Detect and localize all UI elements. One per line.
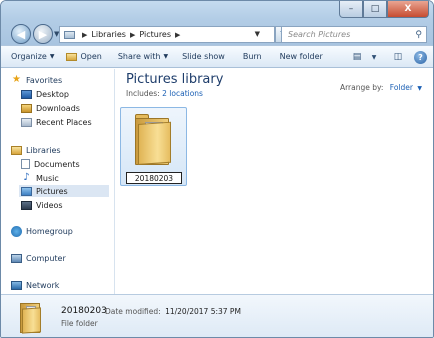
close-button[interactable]: X [387,1,429,18]
search-placeholder: Search Pictures [288,30,351,39]
breadcrumb-libraries[interactable]: Libraries [91,30,126,39]
network-icon [11,280,22,290]
navigation-pane: ★ Favorites Desktop Downloads Recent Pla… [1,69,115,294]
date-modified-label: Date modified: [105,307,161,316]
sidebar-item-label: Favorites [26,75,63,85]
arrange-by: Arrange by: Folder ▼ [340,83,422,92]
sidebar-item-network[interactable]: Network [11,279,59,291]
sidebar-item-homegroup[interactable]: Homegroup [11,225,73,237]
organize-label: Organize [11,52,47,61]
help-button[interactable]: ? [414,50,427,64]
minimize-button[interactable]: – [339,1,363,18]
sidebar-item-label: Pictures [36,186,68,196]
address-dropdown-icon[interactable]: ▼ [255,30,260,38]
slide-show-button[interactable]: Slide show [182,52,225,61]
explorer-window: – □ X ◀ ▶ ▼ ▶ Libraries ▶ Pictures ▶ ▼ ↻… [0,0,434,338]
nav-buttons: ◀ ▶ ▼ [11,24,59,44]
pictures-icon [21,186,32,196]
downloads-icon [21,103,32,113]
page-title: Pictures library [126,72,224,87]
sidebar-item-libraries[interactable]: Libraries [11,144,61,156]
sidebar-item-label: Desktop [36,89,69,99]
details-item-name: 20180203 [61,306,107,316]
date-modified-value: 11/20/2017 5:37 PM [165,307,241,316]
arrange-by-dropdown[interactable]: Folder [390,83,413,92]
homegroup-icon [11,225,22,237]
view-controls: ▤ ▼ ◫ ? [343,50,427,64]
burn-button[interactable]: Burn [243,52,262,61]
rename-field[interactable]: 20180203 [126,172,182,184]
recent-places-icon [21,117,32,127]
sidebar-item-label: Videos [36,200,63,210]
sidebar-item-music[interactable]: ♪ Music [21,172,59,184]
folder-front-shape [22,307,41,334]
back-button[interactable]: ◀ [11,24,31,44]
address-bar[interactable]: ▶ Libraries ▶ Pictures ▶ ▼ ↻ [59,26,292,43]
sidebar-item-recent-places[interactable]: Recent Places [21,116,92,128]
computer-icon [11,253,22,263]
content-pane: Pictures library Includes: 2 locations A… [116,69,433,294]
sidebar-item-label: Computer [26,253,66,263]
breadcrumb-separator-icon[interactable]: ▶ [130,31,135,39]
command-bar: Organize ▼ Open Share with ▼ Slide show … [1,45,433,68]
organize-button[interactable]: Organize ▼ [11,52,54,61]
documents-icon [21,159,30,169]
breadcrumb-separator-icon[interactable]: ▶ [175,31,180,39]
details-pane: 20180203 Date modified: 11/20/2017 5:37 … [1,294,433,337]
breadcrumb-separator-icon[interactable]: ▶ [82,31,87,39]
folder-icon [64,30,75,39]
libraries-icon [11,145,22,155]
locations-link[interactable]: 2 locations [162,89,203,98]
share-with-button[interactable]: Share with ▼ [118,52,168,61]
star-icon: ★ [12,74,21,85]
details-date-modified: Date modified: 11/20/2017 5:37 PM [105,307,241,316]
title-bar: – □ X ◀ ▶ ▼ ▶ Libraries ▶ Pictures ▶ ▼ ↻… [1,1,433,45]
sidebar-item-label: Music [36,173,59,183]
share-with-label: Share with [117,52,161,61]
sidebar-item-downloads[interactable]: Downloads [21,102,80,114]
open-label: Open [80,52,102,61]
search-input[interactable]: Search Pictures ⚲ [281,26,427,43]
folder-front-shape [138,121,171,165]
sidebar-item-videos[interactable]: Videos [21,199,63,211]
sidebar-item-favorites[interactable]: ★ Favorites [11,74,62,86]
new-folder-button[interactable]: New folder [280,52,323,61]
breadcrumb-pictures[interactable]: Pictures [139,30,171,39]
sidebar-item-computer[interactable]: Computer [11,252,66,264]
music-icon: ♪ [23,172,30,183]
window-controls: – □ X [339,1,429,19]
sidebar-item-label: Documents [34,159,80,169]
open-button[interactable]: Open [66,52,102,61]
videos-icon [21,200,32,210]
view-options-chevron-icon[interactable]: ▼ [366,50,382,64]
open-folder-icon [66,52,78,61]
sidebar-item-label: Network [26,280,60,290]
chevron-down-icon: ▼ [163,53,169,60]
library-includes: Includes: 2 locations [126,89,203,98]
chevron-down-icon: ▼ [49,53,55,60]
sidebar-item-label: Homegroup [26,226,73,236]
arrange-by-label: Arrange by: [339,83,384,92]
folder-item[interactable]: 20180203 [120,107,187,186]
sidebar-item-documents[interactable]: Documents [21,158,80,170]
includes-label: Includes: [126,89,160,98]
search-icon[interactable]: ⚲ [415,30,422,40]
preview-pane-button[interactable]: ◫ [390,50,406,64]
details-item-type: File folder [61,319,98,328]
folder-icon [135,114,173,165]
sidebar-item-desktop[interactable]: Desktop [21,88,69,100]
forward-button[interactable]: ▶ [33,24,53,44]
change-view-button[interactable]: ▤ [349,50,365,64]
chevron-down-icon[interactable]: ▼ [417,85,422,92]
sidebar-item-label: Recent Places [36,117,92,127]
maximize-button[interactable]: □ [363,1,387,18]
sidebar-item-label: Libraries [26,145,61,155]
sidebar-item-pictures[interactable]: Pictures [19,185,109,197]
desktop-icon [21,89,32,99]
sidebar-item-label: Downloads [36,103,80,113]
folder-icon [20,301,42,334]
